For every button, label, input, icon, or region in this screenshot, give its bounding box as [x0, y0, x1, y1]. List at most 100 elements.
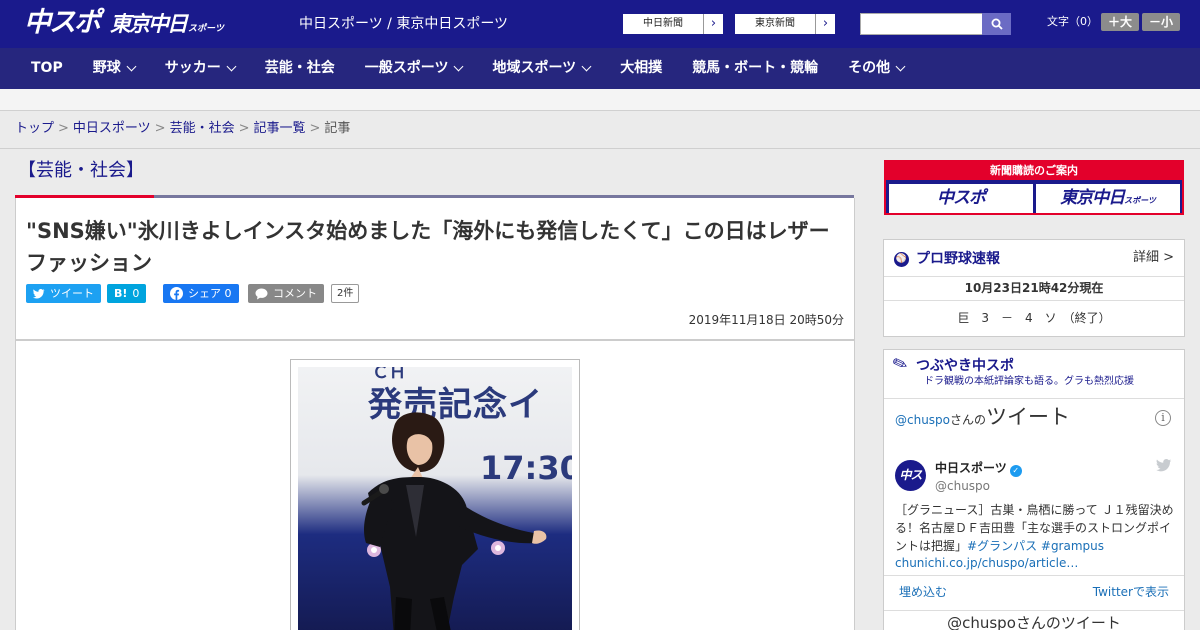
chunichi-shimbun-label: 中日新聞 [643, 18, 683, 29]
baseball-timestamp: 10月23日21時42分現在 [884, 276, 1184, 300]
breadcrumb-entertainment[interactable]: 芸能・社会 [170, 121, 235, 136]
chevron-down-icon [454, 61, 464, 72]
tokyo-shimbun-label: 東京新聞 [755, 18, 795, 29]
nav-item-sumo[interactable]: 大相撲 [605, 48, 677, 89]
tweet-link[interactable]: chunichi.co.jp/chuspo/article… [895, 555, 1078, 571]
timeline-bottom-title: @chuspoさんのツイート [884, 610, 1184, 630]
subscription-header: 新聞購読のご案内 [886, 162, 1182, 180]
nav-item-racing[interactable]: 競馬・ボート・競輪 [677, 48, 833, 89]
search-button[interactable] [982, 13, 1011, 35]
breadcrumb: トップ > 中日スポーツ > 芸能・社会 > 記事一覧 > 記事 [15, 120, 350, 138]
tweets-card-subtitle: ドラ観戦の本紙評論家も語る。グラも熱烈応援 [924, 376, 1134, 387]
chevron-right-icon: › [815, 14, 835, 34]
performer-figure [361, 412, 547, 630]
search-icon [991, 18, 1003, 30]
twitter-bird-icon[interactable] [1156, 459, 1172, 476]
nav-item-other[interactable]: その他 [833, 48, 919, 89]
baseball-card-title: プロ野球速報 [916, 251, 1000, 267]
tweet-account-name[interactable]: 中日スポーツ ✓ [935, 460, 1022, 477]
search-input[interactable] [860, 13, 982, 35]
font-size-label: 文字（0） [1047, 15, 1098, 28]
breadcrumb-separator: > [238, 121, 250, 136]
comment-button[interactable]: コメント [248, 284, 324, 303]
tweet-account-handle[interactable]: @chuspo [935, 478, 990, 494]
chuspo-subscribe-button[interactable]: 中スポ [889, 184, 1033, 213]
nav-item-general-sports[interactable]: 一般スポーツ [350, 48, 478, 89]
main-nav: TOP 野球 サッカー 芸能・社会 一般スポーツ 地域スポーツ 大相撲 競馬・ボ… [0, 48, 1200, 89]
tokyo-chunichi-subscribe-button[interactable]: 東京中日スポーツ [1036, 184, 1180, 213]
comment-bubble-icon [255, 288, 268, 299]
site-names: 中日スポーツ / 東京中日スポーツ [299, 16, 509, 32]
nav-label: 大相撲 [620, 60, 663, 76]
hatena-bookmark-button[interactable]: B! 0 [107, 284, 147, 303]
tweet-text: ［グラニュース］古巣・鳥栖に勝って Ｊ１残留決める！名古屋ＤＦ吉田豊「主な選手の… [895, 501, 1175, 555]
tweet-button[interactable]: ツイート [26, 284, 101, 303]
nav-item-entertainment[interactable]: 芸能・社会 [250, 48, 350, 89]
article-photo[interactable]: ＣＨ 発売記念イ 17:30 [298, 367, 572, 630]
timeline-title-suffix: さんの [950, 413, 987, 427]
facebook-icon [170, 287, 183, 300]
font-decrease-button[interactable]: －小 [1142, 13, 1180, 31]
breadcrumb-separator: > [154, 121, 166, 136]
twitter-bird-icon [33, 288, 45, 298]
view-on-twitter-link[interactable]: Twitterで表示 [1093, 584, 1169, 600]
chunichi-shimbun-link[interactable]: 中日新聞 › [622, 13, 724, 35]
breadcrumb-separator: > [309, 121, 321, 136]
info-icon[interactable]: i [1155, 410, 1171, 426]
tweets-card: ✎ つぶやき中スポ ドラ観戦の本紙評論家も語る。グラも熱烈応援 @chuspoさ… [883, 349, 1185, 630]
chuspo-logo[interactable]: 中スポ [24, 8, 101, 38]
pen-icon: ✎ [889, 352, 912, 377]
comment-label: コメント [273, 287, 317, 300]
baseball-score-row[interactable]: 巨 3 － 4 ソ （終了） [884, 300, 1184, 336]
font-increase-button[interactable]: ＋大 [1101, 13, 1139, 31]
baseball-details-link[interactable]: 詳細 > [1133, 248, 1174, 268]
article-date: 2019年11月18日 20時50分 [688, 313, 844, 327]
chevron-down-icon [895, 61, 906, 72]
chevron-right-icon: › [703, 14, 723, 34]
embed-link[interactable]: 埋め込む [899, 584, 947, 600]
nav-label: TOP [31, 60, 63, 76]
chevron-down-icon [126, 61, 137, 72]
timeline-footer: 埋め込む Twitterで表示 [884, 575, 1184, 609]
hatena-count: 0 [132, 287, 140, 300]
article-title: "SNS嫌い"氷川きよしインスタ始めました「海外にも発信したくて」この日はレザー… [26, 219, 830, 275]
timeline-title-tweets: ツイート [986, 405, 1071, 429]
sub-nav-strip [0, 89, 1200, 111]
nav-label: サッカー [164, 60, 221, 76]
tokyo-subscribe-label: 東京中日 [1060, 188, 1125, 208]
tokyo-logo-text: 東京中日 [110, 12, 188, 36]
tweet-label: ツイート [50, 287, 94, 300]
account-name-text: 中日スポーツ [935, 461, 1007, 475]
breadcrumb-article-list[interactable]: 記事一覧 [254, 121, 306, 136]
tokyo-chunichi-logo[interactable]: 東京中日 スポーツ [110, 12, 224, 41]
timeline-title: @chuspoさんのツイート [895, 405, 1070, 432]
hatena-icon: B! [114, 287, 128, 300]
facebook-share-label: シェア [188, 287, 221, 300]
timeline-handle[interactable]: @chuspo [895, 413, 950, 427]
divider [0, 148, 1200, 149]
avatar[interactable]: 中スポ [895, 460, 926, 513]
chevron-down-icon [226, 61, 237, 72]
breadcrumb-current: 記事 [324, 121, 351, 136]
category-heading: 【芸能・社会】 [18, 160, 144, 181]
facebook-share-button[interactable]: シェア 0 [163, 284, 239, 303]
tweets-card-title: つぶやき中スポ [916, 358, 1014, 374]
tweet-hashtags[interactable]: #グランパス #grampus [967, 539, 1104, 553]
facebook-count: 0 [224, 287, 232, 300]
nav-item-local-sports[interactable]: 地域スポーツ [477, 48, 605, 89]
nav-label: 芸能・社会 [264, 60, 335, 76]
nav-label: 一般スポーツ [364, 60, 449, 76]
nav-label: 競馬・ボート・競輪 [692, 60, 819, 76]
baseball-icon: ⚾ [894, 252, 909, 267]
subscription-banner: 新聞購読のご案内 中スポ 東京中日スポーツ [884, 160, 1184, 215]
tokyo-subscribe-suffix: スポーツ [1124, 196, 1156, 205]
comment-count: 2件 [331, 284, 360, 303]
nav-item-soccer[interactable]: サッカー [150, 48, 250, 89]
nav-item-top[interactable]: TOP [16, 48, 78, 89]
twitter-timeline: @chuspoさんのツイート i 中スポ 中日スポーツ ✓ @chuspo ［グラ… [884, 398, 1184, 630]
breadcrumb-top[interactable]: トップ [15, 121, 54, 136]
nav-item-baseball[interactable]: 野球 [78, 48, 150, 89]
site-header: 中スポ 東京中日 スポーツ 中日スポーツ / 東京中日スポーツ 中日新聞 › 東京… [0, 0, 1200, 48]
breadcrumb-chunichi-sports[interactable]: 中日スポーツ [73, 121, 151, 136]
tokyo-shimbun-link[interactable]: 東京新聞 › [734, 13, 836, 35]
